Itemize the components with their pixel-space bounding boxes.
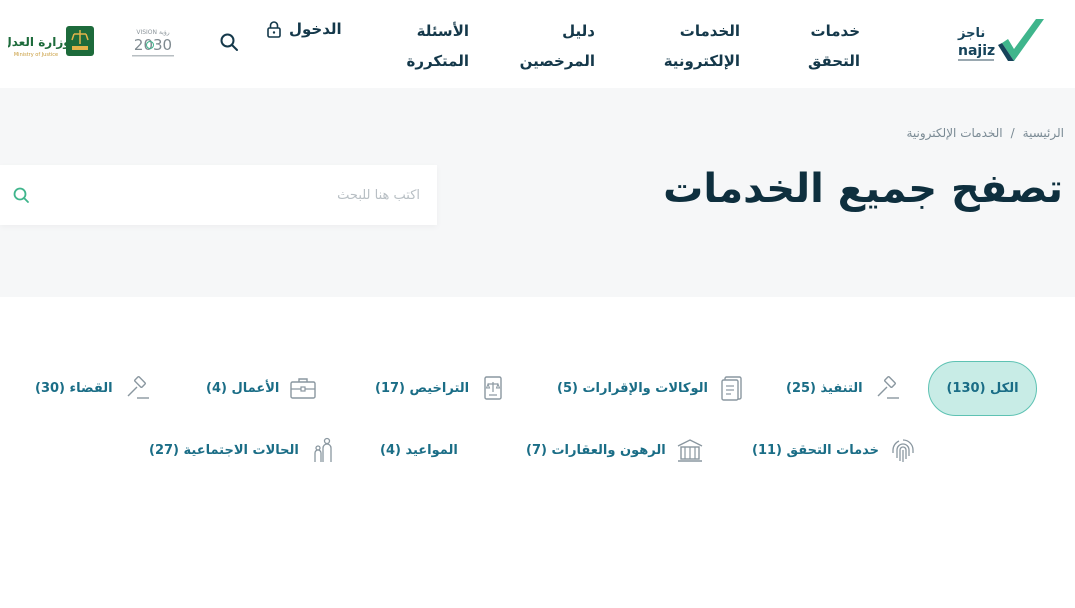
filter-licenses[interactable]: التراخيص (17) bbox=[375, 366, 507, 410]
hero-section: الرئيسية / الخدمات الإلكترونية تصفح جميع… bbox=[0, 88, 1075, 297]
nav-label: خدمات bbox=[810, 22, 860, 40]
document-icon bbox=[721, 376, 742, 401]
nav-licensed-directory[interactable]: دليل المرخصين bbox=[520, 16, 595, 76]
filter-label: التراخيص (17) bbox=[375, 380, 470, 396]
page-title: تصفح جميع الخدمات bbox=[663, 166, 1063, 212]
filter-power-of-attorney[interactable]: الوكالات والإقرارات (5) bbox=[557, 366, 746, 410]
filter-judiciary[interactable]: القضاء (30) bbox=[35, 366, 151, 410]
login-label: الدخول bbox=[289, 20, 342, 38]
filter-all[interactable]: الكل (130) bbox=[928, 361, 1037, 416]
gavel-icon bbox=[127, 376, 149, 399]
filter-label: الأعمال (4) bbox=[206, 380, 280, 396]
search-icon[interactable] bbox=[11, 185, 31, 205]
logo-latin-text: najiz bbox=[958, 43, 995, 59]
nav-label: التحقق bbox=[807, 52, 860, 70]
filter-label: التنفيذ (25) bbox=[786, 380, 863, 396]
vision-2030-logo: VISION رؤية 2030 bbox=[132, 29, 174, 57]
services-search-box bbox=[0, 165, 437, 225]
ministry-of-justice-logo: وزارة العدل Ministry of Justice bbox=[8, 26, 94, 58]
filter-business[interactable]: الأعمال (4) bbox=[206, 366, 317, 410]
breadcrumb: الرئيسية / الخدمات الإلكترونية bbox=[906, 126, 1064, 140]
family-icon bbox=[314, 437, 332, 462]
filter-verification[interactable]: خدمات التحقق (11) bbox=[752, 428, 917, 472]
nav-label: الأسئلة bbox=[416, 22, 469, 40]
logo-arabic-text: ناجز bbox=[957, 26, 985, 41]
filter-enforcement[interactable]: التنفيذ (25) bbox=[786, 366, 901, 410]
login-button[interactable]: الدخول bbox=[266, 18, 342, 40]
building-icon bbox=[677, 439, 703, 462]
nav-label: الخدمات bbox=[679, 22, 740, 40]
nav-label: الإلكترونية bbox=[663, 52, 740, 70]
filter-label: المواعيد (4) bbox=[380, 442, 458, 458]
nav-label: المرخصين bbox=[519, 52, 595, 70]
header-search-icon[interactable] bbox=[218, 31, 240, 53]
filter-appointments[interactable]: المواعيد (4) bbox=[380, 428, 458, 472]
filter-label: الحالات الاجتماعية (27) bbox=[149, 442, 299, 458]
filter-social-status[interactable]: الحالات الاجتماعية (27) bbox=[149, 428, 337, 472]
moj-english: Ministry of Justice bbox=[14, 52, 58, 58]
vision-label: VISION رؤية bbox=[136, 29, 169, 36]
site-header: ناجز najiz خدمات التحقق الخدمات الإلكترو… bbox=[0, 0, 1075, 88]
license-icon bbox=[484, 376, 502, 400]
filter-label: خدمات التحقق (11) bbox=[752, 442, 879, 458]
moj-arabic: وزارة العدل bbox=[8, 35, 71, 50]
breadcrumb-current: الخدمات الإلكترونية bbox=[906, 126, 1003, 140]
lock-icon bbox=[267, 21, 281, 38]
filter-mortgages-real-estate[interactable]: الرهون والعقارات (7) bbox=[526, 428, 704, 472]
gavel-icon bbox=[877, 376, 899, 399]
nav-label: المتكررة bbox=[406, 52, 470, 70]
breadcrumb-separator: / bbox=[1010, 126, 1015, 140]
nav-faq[interactable]: الأسئلة المتكررة bbox=[407, 16, 470, 76]
najiz-logo[interactable]: ناجز najiz bbox=[956, 17, 1046, 65]
briefcase-icon bbox=[290, 378, 317, 399]
filter-label: الرهون والعقارات (7) bbox=[526, 442, 666, 458]
filter-label: الوكالات والإقرارات (5) bbox=[557, 380, 708, 396]
nav-label: دليل bbox=[562, 22, 595, 40]
nav-verification-services[interactable]: خدمات التحقق bbox=[808, 16, 860, 76]
fingerprint-icon bbox=[892, 439, 914, 462]
filter-label: القضاء (30) bbox=[35, 380, 113, 396]
services-search-input[interactable] bbox=[40, 165, 420, 225]
breadcrumb-home[interactable]: الرئيسية bbox=[1023, 126, 1064, 140]
nav-e-services[interactable]: الخدمات الإلكترونية bbox=[664, 16, 740, 76]
